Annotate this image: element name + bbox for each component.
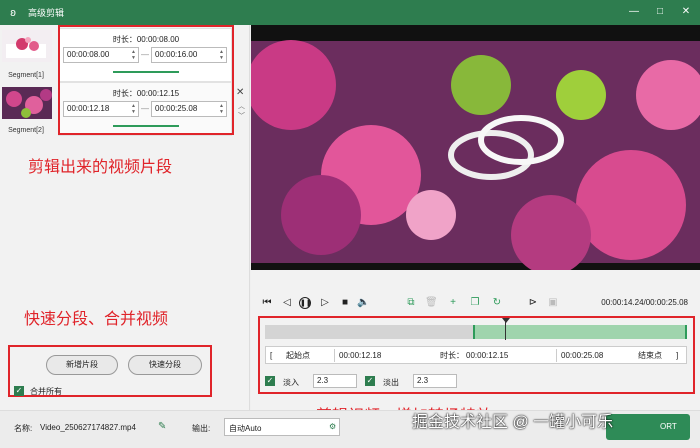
segment-thumbnail[interactable]: Segment[2] [0, 87, 56, 143]
output-value: 自动Auto [229, 424, 262, 433]
delete-icon[interactable]: 🗑 [425, 297, 438, 309]
edit-icon[interactable]: ✎ [158, 421, 166, 432]
delete-segment-icon[interactable]: ✕ [236, 87, 244, 98]
file-name: Video_250627174827.mp4 [40, 423, 136, 432]
quick-split-button[interactable]: 快速分段 [128, 355, 202, 375]
playhead[interactable] [505, 320, 506, 340]
start-time-field[interactable]: 00:00:12.18 [334, 349, 400, 362]
bracket-right-icon[interactable]: ] [676, 349, 678, 362]
rotate-icon[interactable]: ↻ [491, 297, 503, 309]
segment-thumbnail-image [2, 87, 52, 119]
mark-in-icon[interactable]: ⊳ [527, 297, 539, 309]
fade-in-field[interactable]: 2.3 [313, 374, 357, 388]
output-label: 输出: [192, 424, 211, 433]
mark-out-icon[interactable]: ▣ [547, 297, 559, 309]
fade-out-checkbox[interactable]: ✓ [365, 376, 375, 386]
fade-in-checkbox[interactable]: ✓ [265, 376, 275, 386]
timeline-track[interactable] [265, 325, 687, 339]
output-select[interactable]: 自动Auto ⚙ [224, 418, 340, 436]
playback-timecode: 00:00:14.24/00:00:25.08 [601, 298, 688, 307]
pause-icon[interactable]: ❚❚ [299, 297, 312, 309]
merge-all-checkbox[interactable]: ✓ [14, 386, 24, 396]
fade-in-label: 淡入 [283, 378, 299, 387]
fade-out-field[interactable]: 2.3 [413, 374, 457, 388]
watermark: 掘金技术社区 @ 一罐小可乐 [412, 414, 614, 431]
split-icon[interactable]: ⧉ [405, 297, 417, 309]
rabbit-logo-icon: ʚ [10, 6, 16, 19]
segment-label: Segment[2] [8, 127, 44, 134]
fade-out-label: 淡出 [383, 378, 399, 387]
segment-thumbnail-image [2, 30, 52, 62]
step-forward-icon[interactable]: ▷ [319, 297, 331, 309]
window-title: 高级剪辑 [28, 8, 65, 18]
volume-icon[interactable]: 🔈 [357, 297, 369, 309]
video-preview[interactable] [251, 25, 700, 270]
stop-icon[interactable]: ■ [339, 297, 351, 309]
segment-panel: Segment[1] 时长：00:00:08.00 00:00:08.00 ▲ ▼… [0, 25, 250, 410]
step-back-icon[interactable]: ◁ [281, 297, 293, 309]
end-time-field[interactable]: 00:00:25.08 [556, 349, 622, 362]
highlight-segments [58, 25, 234, 135]
new-segment-button[interactable]: 新增片段 [46, 355, 118, 375]
add-icon[interactable]: + [447, 297, 459, 309]
minimize-button[interactable]: — [628, 6, 640, 18]
skip-start-icon[interactable]: ⏮ [261, 297, 273, 309]
bracket-left-icon[interactable]: [ [270, 349, 272, 362]
playhead-marker-icon[interactable] [502, 318, 510, 323]
export-button[interactable]: ORT [606, 414, 690, 440]
close-button[interactable]: ✕ [680, 6, 692, 18]
range-row: [ 起始点 00:00:12.18 时长： 00:00:12.15 00:00:… [265, 346, 687, 364]
annotation-segments: 剪辑出来的视频片段 [28, 157, 173, 176]
video-frame [251, 25, 700, 270]
fade-in-value: 2.3 [317, 376, 329, 385]
duration-label: 时长： [440, 351, 464, 360]
settings-gear-icon[interactable]: ⚙ [329, 422, 336, 431]
duration-value: 00:00:12.15 [466, 351, 509, 360]
copy-icon[interactable]: ❐ [469, 297, 481, 309]
segment-label: Segment[1] [8, 72, 44, 79]
merge-all-label: 合并所有 [30, 387, 62, 396]
fade-out-value: 2.3 [417, 376, 429, 385]
editor-controls: ⏮ ◁ ❚❚ ▷ ■ 🔈 ⧉ 🗑 + ❐ ↻ ⊳ ▣ 00:00:14.24/0… [251, 270, 700, 410]
title-bar: ʚ 高级剪辑 — □ ✕ [0, 0, 700, 25]
name-label: 名称: [14, 424, 33, 433]
end-point-button[interactable]: 结束点 [638, 349, 662, 362]
annotation-split-merge: 快速分段、合并视频 [24, 309, 169, 328]
segment-thumbnail[interactable]: Segment[1] [0, 28, 56, 84]
start-point-button[interactable]: 起始点 [286, 349, 310, 362]
move-up-icon[interactable]: ︿ [238, 101, 245, 111]
export-label: ORT [660, 422, 677, 431]
move-down-icon[interactable]: ﹀ [238, 111, 245, 121]
maximize-button[interactable]: □ [654, 6, 666, 18]
